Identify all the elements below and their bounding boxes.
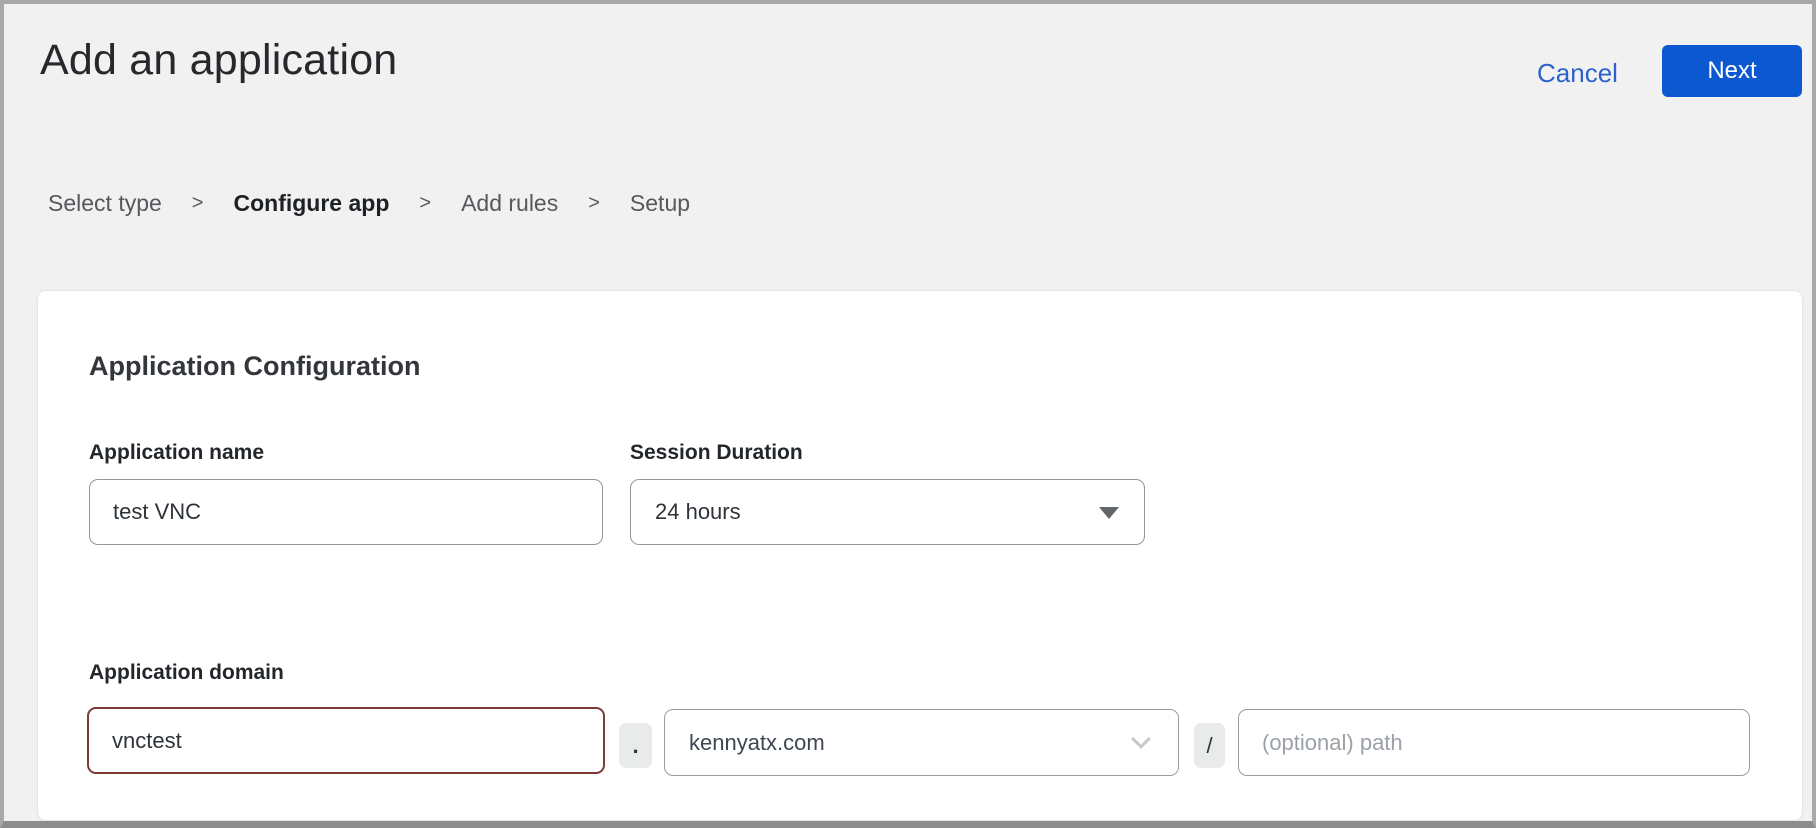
caret-down-icon [1099,507,1119,519]
subdomain-input[interactable] [87,707,605,774]
domain-select[interactable]: kennyatx.com [664,709,1179,776]
slash-separator: / [1194,723,1225,768]
breadcrumb-separator-icon: > [588,192,600,215]
breadcrumb-separator-icon: > [192,192,204,215]
application-configuration-card: Application Configuration Application na… [37,290,1803,821]
breadcrumb-step-configure-app[interactable]: Configure app [233,190,389,217]
dot-separator: . [619,723,652,768]
cancel-button[interactable]: Cancel [1537,58,1618,89]
breadcrumb-step-setup[interactable]: Setup [630,190,690,217]
session-duration-selected-value: 24 hours [655,499,741,525]
breadcrumb: Select type > Configure app > Add rules … [48,190,690,217]
application-name-label: Application name [89,441,264,465]
breadcrumb-step-select-type[interactable]: Select type [48,190,162,217]
section-title: Application Configuration [89,351,420,382]
session-duration-label: Session Duration [630,441,803,465]
application-name-input[interactable] [89,479,603,545]
breadcrumb-step-add-rules[interactable]: Add rules [461,190,558,217]
page-title: Add an application [40,36,397,85]
application-domain-label: Application domain [89,661,284,685]
next-button[interactable]: Next [1662,45,1802,97]
domain-selected-value: kennyatx.com [689,730,825,756]
session-duration-select[interactable]: 24 hours [630,479,1145,545]
chevron-down-icon [1131,729,1151,749]
path-input[interactable] [1238,709,1750,776]
breadcrumb-separator-icon: > [419,192,431,215]
